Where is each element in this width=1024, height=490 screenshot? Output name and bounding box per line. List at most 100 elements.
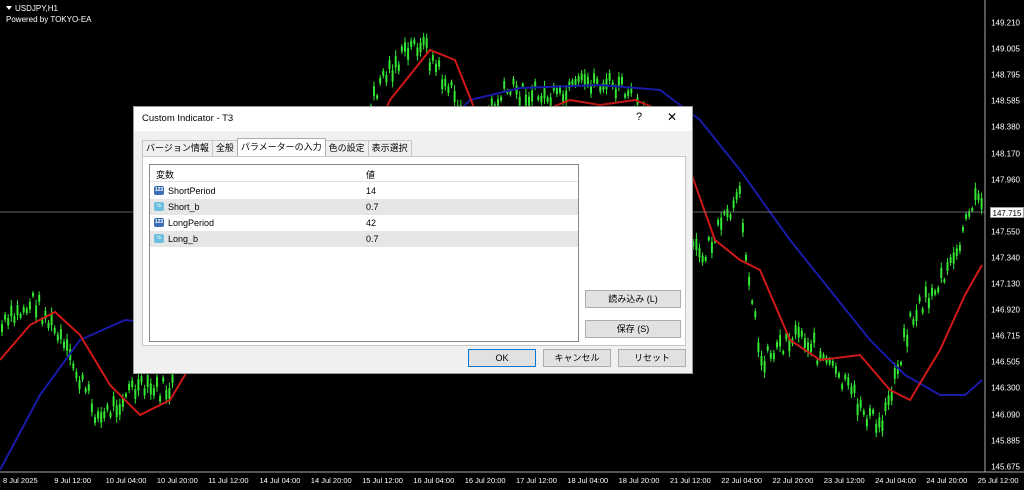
powered-by-label: Powered by TOKYO-EA (6, 15, 92, 24)
candle-body (407, 48, 410, 60)
candle-body (748, 276, 751, 286)
candle-body (53, 327, 56, 333)
candle-body (766, 345, 769, 351)
candle-body (772, 353, 775, 360)
candle-body (431, 54, 434, 61)
save-button[interactable]: 保存 (S) (585, 320, 681, 338)
tab-version-info[interactable]: バージョン情報 (142, 140, 213, 156)
candle-body (171, 372, 174, 384)
candle-body (435, 63, 437, 72)
time-tick: 22 Jul 04:00 (721, 476, 763, 485)
help-button[interactable]: ? (636, 111, 642, 123)
time-tick: 22 Jul 20:00 (772, 476, 814, 485)
candle-body (388, 60, 391, 69)
dropdown-triangle-icon[interactable] (6, 6, 12, 10)
time-tick: 15 Jul 12:00 (362, 476, 403, 485)
column-value[interactable]: 値 (366, 168, 375, 181)
candle-body (940, 267, 943, 278)
candle-body (875, 423, 878, 433)
table-row[interactable]: 123 ShortPeriod 14 (150, 183, 578, 199)
candle-body (596, 78, 599, 84)
table-row[interactable]: ½ Short_b 0.7 (150, 199, 578, 215)
ok-button[interactable]: OK (468, 349, 536, 367)
candle-body (782, 350, 785, 355)
tab-visualization[interactable]: 表示選択 (367, 140, 412, 156)
candle-body (698, 248, 701, 258)
price-tick: 147.550 (991, 227, 1020, 237)
candle-body (72, 363, 75, 369)
param-value[interactable]: 14 (366, 186, 376, 196)
reset-button[interactable]: リセット (618, 349, 686, 367)
candle-body (97, 411, 100, 419)
candle-body (546, 97, 549, 102)
column-variable[interactable]: 変数 (156, 168, 174, 181)
candle-body (438, 60, 441, 67)
candle-body (934, 290, 937, 295)
candle-body (28, 302, 31, 310)
param-value[interactable]: 0.7 (366, 234, 379, 244)
candle-body (977, 193, 980, 201)
candle-body (128, 383, 131, 391)
candle-body (47, 322, 50, 329)
candle-body (927, 298, 930, 309)
candle-body (931, 287, 933, 296)
candle-body (599, 86, 602, 92)
candle-body (577, 76, 580, 83)
candle-body (94, 417, 96, 423)
candle-body (834, 366, 837, 374)
tab-colors[interactable]: 色の設定 (324, 140, 369, 156)
time-tick: 21 Jul 12:00 (669, 476, 711, 485)
table-header: 変数 値 (150, 165, 578, 182)
candle-body (872, 409, 875, 414)
candle-body (884, 402, 887, 412)
candle-body (769, 352, 772, 359)
close-button[interactable]: ✕ (667, 110, 677, 124)
candle-body (35, 305, 38, 318)
candle-body (754, 311, 757, 318)
double-type-icon: ½ (154, 202, 164, 211)
price-tick: 146.090 (991, 410, 1020, 419)
candle-body (881, 420, 884, 432)
table-row[interactable]: ½ Long_b 0.7 (150, 231, 578, 247)
candle-body (118, 404, 121, 415)
candle-body (400, 46, 403, 52)
param-value[interactable]: 42 (366, 218, 376, 228)
load-button[interactable]: 読み込み (L) (585, 290, 681, 308)
candle-body (373, 86, 375, 96)
candle-body (909, 312, 912, 317)
candle-body (410, 40, 413, 47)
symbol-label: USDJPY,H1 (15, 4, 58, 13)
candle-body (810, 343, 813, 353)
tab-general[interactable]: 全般 (211, 140, 238, 156)
tab-input-parameters[interactable]: パラメーターの入力 (236, 138, 326, 156)
cancel-button[interactable]: キャンセル (543, 349, 611, 367)
candle-body (165, 389, 168, 400)
candle-body (146, 375, 149, 387)
candle-body (602, 82, 605, 90)
candle-body (376, 95, 379, 99)
candle-body (134, 389, 137, 399)
candle-body (382, 70, 385, 76)
candle-body (918, 296, 921, 302)
candle-body (4, 314, 7, 320)
dialog-titlebar[interactable]: Custom Indicator - T3 ? ✕ (134, 107, 692, 131)
candle-body (943, 279, 946, 283)
candle-body (869, 408, 871, 416)
candle-body (593, 73, 596, 83)
candle-body (441, 79, 444, 90)
candle-body (66, 339, 69, 351)
candle-body (704, 257, 707, 261)
candle-body (152, 388, 155, 396)
candle-body (562, 93, 565, 102)
candle-body (906, 334, 909, 347)
time-tick: 8 Jul 2025 (3, 476, 38, 485)
integer-type-icon: 123 (154, 186, 164, 195)
candle-body (512, 78, 515, 85)
param-value[interactable]: 0.7 (366, 202, 379, 212)
chart-symbol: USDJPY,H1 (6, 4, 58, 14)
time-tick: 9 Jul 12:00 (54, 476, 91, 485)
table-row[interactable]: 123 LongPeriod 42 (150, 215, 578, 231)
candle-body (776, 342, 778, 348)
candle-body (955, 248, 958, 256)
candle-body (447, 86, 450, 93)
